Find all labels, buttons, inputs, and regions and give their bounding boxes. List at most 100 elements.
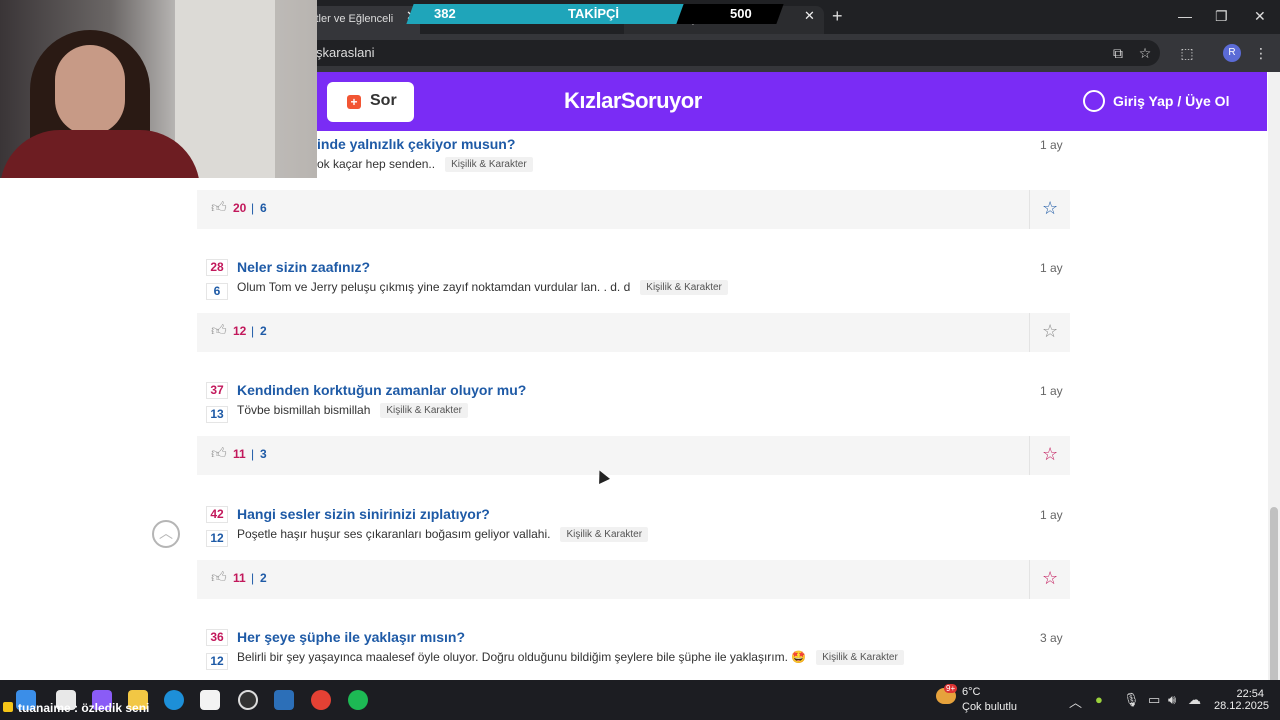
scroll-to-top-button[interactable]: ︿ xyxy=(152,520,180,548)
extensions-icon[interactable]: ⬚ xyxy=(1178,44,1196,62)
answer-count: 12 xyxy=(206,530,228,547)
question-action-bar: 👍︎ 12 | 2 ☆ xyxy=(197,313,1070,352)
browser-tab[interactable]: stler ve Eğlenceli xyxy=(300,6,420,34)
spotify-icon[interactable] xyxy=(348,690,368,710)
question-action-bar: 👍︎ 20 | 6 ☆ xyxy=(197,190,1070,229)
tray-chevron-icon[interactable]: ︿ xyxy=(1069,692,1082,711)
menu-icon[interactable]: ⋮ xyxy=(1252,44,1270,62)
favorite-button[interactable]: ☆ xyxy=(1029,436,1070,475)
site-header: + Sor KızlarSoruyor Giriş Yap / Üye Ol xyxy=(317,72,1267,131)
system-clock[interactable]: 22:54 28.12.2025 xyxy=(1214,688,1270,712)
category-tag[interactable]: Kişilik & Karakter xyxy=(816,650,904,666)
chrome-icon[interactable] xyxy=(311,690,331,710)
question-text: Belirli bir şey yaşayınca maalesef öyle … xyxy=(237,650,904,666)
comment-count: 3 xyxy=(260,447,267,461)
tray-app-icon[interactable]: ● xyxy=(1095,692,1103,707)
thumbs-up-icon[interactable]: 👍︎ xyxy=(211,322,229,340)
edge-icon[interactable] xyxy=(164,690,184,710)
chat-username: tuanaime xyxy=(18,701,71,715)
separator: | xyxy=(251,571,255,585)
store-icon[interactable] xyxy=(200,690,220,710)
comment-count: 6 xyxy=(260,201,267,215)
favorite-button[interactable]: ☆ xyxy=(1029,313,1070,352)
question-date: 3 ay xyxy=(1040,631,1063,645)
answer-count: 13 xyxy=(206,406,228,423)
vote-count: 37 xyxy=(206,382,228,399)
taskbar xyxy=(0,680,1280,720)
thumbs-up-icon[interactable]: 👍︎ xyxy=(211,569,229,587)
separator: | xyxy=(251,201,255,215)
ask-button[interactable]: + Sor xyxy=(327,82,414,122)
favorite-button[interactable]: ☆ xyxy=(1029,190,1070,229)
follower-goal-bar: 382 TAKİPÇİ 500 xyxy=(406,4,784,24)
category-tag[interactable]: Kişilik & Karakter xyxy=(560,527,649,543)
user-icon xyxy=(1083,90,1105,112)
thumbs-up-icon[interactable]: 👍︎ xyxy=(211,445,229,463)
tab-title: stler ve Eğlenceli xyxy=(310,13,394,25)
answer-count: 12 xyxy=(206,653,228,670)
question-date: 1 ay xyxy=(1040,261,1063,275)
volume-icon[interactable]: 🔊︎ xyxy=(1168,692,1176,708)
weather-temp: 6°C xyxy=(962,686,981,698)
question-title[interactable]: Neler sizin zaafınız? xyxy=(237,259,370,275)
question-title[interactable]: Hangi sesler sizin sinirinizi zıplatıyor… xyxy=(237,506,490,522)
chat-badge-icon xyxy=(3,702,13,712)
install-app-icon[interactable]: ⧉ xyxy=(1109,44,1127,62)
question-text: Olum Tom ve Jerry peluşu çıkmış yine zay… xyxy=(237,280,728,296)
question-date: 1 ay xyxy=(1040,384,1063,398)
minimize-icon[interactable]: — xyxy=(1178,8,1192,24)
scrollbar-thumb[interactable] xyxy=(1270,507,1278,687)
app-icon[interactable] xyxy=(274,690,294,710)
microphone-icon[interactable]: 🎙︎ xyxy=(1123,692,1140,708)
battery-icon[interactable]: ☁ xyxy=(1188,692,1201,708)
question-action-bar: 👍︎ 11 | 3 ☆ xyxy=(197,436,1070,475)
like-count: 20 xyxy=(233,201,247,215)
like-count: 12 xyxy=(233,324,247,338)
separator: | xyxy=(251,447,255,461)
question-title[interactable]: Kendinden korktuğun zamanlar oluyor mu? xyxy=(237,382,526,398)
favorite-button[interactable]: ☆ xyxy=(1029,560,1070,599)
question-text: ok kaçar hep senden.. Kişilik & Karakter xyxy=(317,157,533,173)
site-logo[interactable]: KızlarSoruyor xyxy=(564,88,702,114)
obs-icon[interactable] xyxy=(238,690,258,710)
like-count: 11 xyxy=(233,571,246,585)
login-label: Giriş Yap / Üye Ol xyxy=(1113,93,1230,109)
category-tag[interactable]: Kişilik & Karakter xyxy=(445,157,533,173)
bookmark-star-icon[interactable]: ☆ xyxy=(1136,44,1154,62)
network-icon[interactable]: ▭ xyxy=(1148,692,1160,708)
thumbs-up-icon[interactable]: 👍︎ xyxy=(211,199,229,217)
restore-icon[interactable]: ❐ xyxy=(1215,8,1228,25)
weather-badge: 9+ xyxy=(944,684,958,693)
category-tag[interactable]: Kişilik & Karakter xyxy=(640,280,728,296)
chat-message: : özledik seni xyxy=(74,701,150,715)
follower-goal: 500 xyxy=(730,6,752,21)
star-icon: ☆ xyxy=(1042,198,1059,218)
new-tab-button[interactable]: + xyxy=(832,6,843,27)
question-snippet: Poşetle haşır huşur ses çıkaranları boğa… xyxy=(237,527,551,541)
vote-count: 28 xyxy=(206,259,228,276)
address-bar[interactable]: şkaraslani xyxy=(300,40,1160,66)
question-title[interactable]: Her şeye şüphe ile yaklaşır mısın? xyxy=(237,629,465,645)
question-title[interactable]: inde yalnızlık çekiyor musun? xyxy=(317,136,515,152)
scrollbar[interactable] xyxy=(1268,72,1280,687)
question-date: 1 ay xyxy=(1040,138,1063,152)
clock-time: 22:54 xyxy=(1236,688,1264,700)
follower-count: 382 xyxy=(434,6,456,21)
ask-button-label: Sor xyxy=(370,92,397,109)
profile-avatar[interactable]: R xyxy=(1223,44,1241,62)
question-snippet: Olum Tom ve Jerry peluşu çıkmış yine zay… xyxy=(237,280,631,294)
tab-close-icon[interactable]: ✕ xyxy=(804,8,815,24)
webcam-overlay xyxy=(0,0,317,178)
like-count: 11 xyxy=(233,447,246,461)
plus-icon: + xyxy=(347,95,361,109)
comment-count: 2 xyxy=(260,571,267,585)
star-icon: ☆ xyxy=(1042,568,1059,588)
streamer-shirt xyxy=(0,130,200,178)
category-tag[interactable]: Kişilik & Karakter xyxy=(380,403,468,419)
webcam-background xyxy=(175,0,275,178)
question-text: Poşetle haşır huşur ses çıkaranları boğa… xyxy=(237,527,649,543)
follower-label: TAKİPÇİ xyxy=(568,6,620,21)
close-window-icon[interactable]: ✕ xyxy=(1254,8,1266,25)
clock-date: 28.12.2025 xyxy=(1214,700,1270,712)
question-snippet: Belirli bir şey yaşayınca maalesef öyle … xyxy=(237,650,807,664)
